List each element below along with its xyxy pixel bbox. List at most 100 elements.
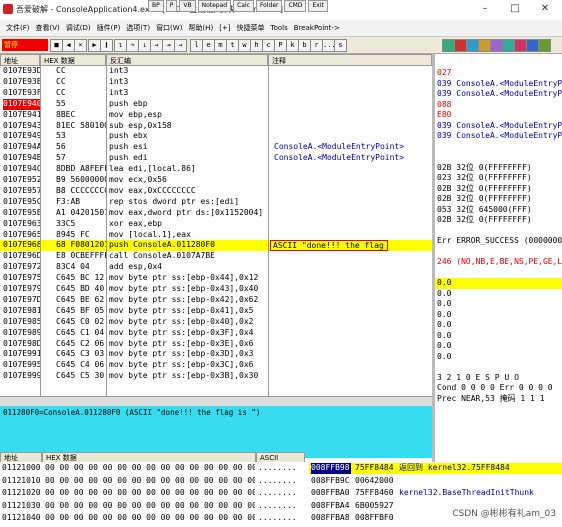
menu-item[interactable]: 选项(T) <box>126 23 150 33</box>
disasm-row[interactable]: 0107E995 C645 C4 06 mov byte ptr ss:[ebp-0… <box>0 360 432 371</box>
stack-row[interactable]: 008FFB9C 00642000 <box>309 476 562 487</box>
color-btn-9[interactable] <box>538 39 551 52</box>
register-line <box>435 152 562 163</box>
disasm-row[interactable]: 0107E95C F3:AB rep stos dword ptr es:[edi] <box>0 197 432 208</box>
close-button[interactable]: ✕ <box>534 2 556 16</box>
row-hex: CC <box>56 66 66 75</box>
dump-row[interactable]: 01121010 00 00 00 00 00 00 00 00 00 00 00… <box>0 476 305 487</box>
register-line: 0.0 <box>437 288 452 298</box>
disasm-row[interactable]: 0107E981 C645 BF 05 mov byte ptr ss:[ebp-0… <box>0 306 432 317</box>
disasm-row[interactable]: 0107E940 55 push ebp <box>0 98 432 110</box>
pause-icon[interactable]: ❙ <box>100 39 113 52</box>
disasm-row[interactable]: 0107E94C 8DBD A8FEFFFFlea edi,[local.86] <box>0 164 432 175</box>
dump-row[interactable]: 01121000 00 00 00 00 00 00 00 00 00 00 00… <box>0 463 305 474</box>
row-hex: C645 C0 02 <box>56 316 105 326</box>
disasm-header-addr[interactable]: 地址 <box>0 54 40 66</box>
row-hex: CC <box>56 76 66 86</box>
close-file-icon[interactable]: × <box>74 39 87 52</box>
menu-item[interactable]: 快捷菜单 <box>237 23 265 33</box>
quick-tab[interactable]: P <box>165 0 178 12</box>
disasm-row[interactable]: 0107E93D CC int3 <box>0 66 432 77</box>
disasm-row[interactable]: 0107E979 C645 BD 40 mov byte ptr ss:[ebp-0… <box>0 284 432 295</box>
row-asm: push ebp <box>109 98 148 108</box>
disasm-row[interactable]: 0107E93E CC int3 <box>0 77 432 88</box>
quick-tab[interactable]: VB <box>179 0 196 12</box>
disasm-row[interactable]: 0107E963 33C5 xor eax,ebp <box>0 219 432 230</box>
row-asm: mov byte ptr ss:[ebp-0x3C],0x6 <box>109 360 254 370</box>
disasm-row[interactable]: 0107E96D E8 0CBEFFFF call ConsoleA.0107A7B… <box>0 251 432 262</box>
row-hex: 8BEC <box>56 109 76 119</box>
disasm-row[interactable]: 0107E975 C645 BC 12 mov byte ptr ss:[ebp-0… <box>0 273 432 284</box>
menu-item[interactable]: 帮助(H) <box>188 23 213 33</box>
row-asm: mov byte ptr ss:[ebp-0x3E],0x6 <box>109 338 254 348</box>
disasm-row[interactable]: 0107E957 B8 CCCCCCCC mov eax,0xCCCCCCCC <box>0 186 432 197</box>
row-address: 0107E968 <box>3 240 40 250</box>
register-line: 027 <box>437 68 452 77</box>
quick-tab[interactable]: Calc <box>233 0 254 12</box>
quick-tab[interactable]: Folder <box>255 0 283 12</box>
disasm-row[interactable]: 0107E985 C645 C0 02 mov byte ptr ss:[ebp-0… <box>0 317 432 328</box>
dump-row[interactable]: 01121030 00 00 00 00 00 00 00 00 00 00 00… <box>0 501 305 512</box>
menu-item[interactable]: 插件(P) <box>97 23 121 33</box>
dump-address: 01121040 <box>2 513 41 522</box>
disasm-row[interactable]: 0107E94A 56 push esi ConsoleA.<ModuleEntryP… <box>0 142 432 153</box>
dump-row[interactable]: 01121040 00 00 00 00 00 00 00 00 00 00 00… <box>0 513 305 524</box>
disasm-header-comment[interactable]: 注释 <box>268 54 432 66</box>
quick-tab[interactable]: BP <box>148 0 164 12</box>
disasm-row[interactable]: 0107E968 68 F0801201 push ConsoleA.011280F… <box>0 240 432 252</box>
disasm-row[interactable]: 0107E98D C645 C2 06 mov byte ptr ss:[ebp-0… <box>0 339 432 350</box>
stack-row[interactable]: 008FFBA0 75FF8460 kernel32.BaseThreadInitT… <box>309 488 562 499</box>
quick-tab[interactable]: Notepad <box>197 0 232 12</box>
disasm-row[interactable]: 0107E989 C645 C1 04 mov byte ptr ss:[ebp-0… <box>0 328 432 339</box>
dump-ascii: ........ <box>258 475 297 485</box>
row-hex: F3:AB <box>56 196 81 206</box>
disasm-row[interactable]: 0107E965 8945 FC mov [local.1],eax <box>0 230 432 241</box>
row-asm: mov byte ptr ss:[ebp-0x3D],0x3 <box>109 349 254 359</box>
maximize-button[interactable]: □ <box>504 2 526 16</box>
register-line: 02B 32位 0(FFFFFFFF) <box>437 215 532 224</box>
row-address: 0107E95E <box>3 207 40 217</box>
menu-item[interactable]: 文件(F) <box>6 23 30 33</box>
quick-tab[interactable]: CMD <box>284 0 307 12</box>
menu-item[interactable]: 窗口(W) <box>156 23 182 33</box>
row-asm: mov byte ptr ss:[ebp-0x3B],0x30 <box>109 371 259 381</box>
row-address: 0107E975 <box>3 273 40 283</box>
disasm-row[interactable]: 0107E95E A1 04201501 mov eax,dword ptr ds:… <box>0 208 432 219</box>
disasm-row[interactable]: 0107E94B 57 push edi ConsoleA.<ModuleEntryP… <box>0 153 432 164</box>
register-line <box>435 226 562 237</box>
row-asm: lea edi,[local.86] <box>109 164 196 174</box>
letter-button[interactable]: s <box>334 39 347 52</box>
disassembly-pane[interactable]: 0107E93D CC int3 0107E93E CC int3 0107E93F CC in… <box>0 66 432 396</box>
minimize-button[interactable]: – <box>474 2 496 16</box>
disasm-row[interactable]: 0107E941 8BEC mov ebp,esp <box>0 110 432 121</box>
disasm-row[interactable]: 0107E93F CC int3 <box>0 88 432 99</box>
quick-tab[interactable]: Exit <box>308 0 328 12</box>
dump-row[interactable]: 01121020 00 00 00 00 00 00 00 00 00 00 00… <box>0 488 305 499</box>
stack-value: 75FF8484 <box>355 463 394 472</box>
disasm-row[interactable]: 0107E991 C645 C3 03 mov byte ptr ss:[ebp-0… <box>0 349 432 360</box>
dump-ascii: ........ <box>258 488 297 497</box>
memory-dump-pane[interactable]: 01121000 00 00 00 00 00 00 00 00 00 00 00… <box>0 462 305 527</box>
disasm-row[interactable]: 0107E952 B9 56000000 mov ecx,0x56 <box>0 175 432 186</box>
disasm-row[interactable]: 0107E999 C645 C5 30 mov byte ptr ss:[ebp-0… <box>0 371 432 382</box>
goto-icon[interactable]: → <box>174 39 187 52</box>
register-line: 0.0 <box>437 299 452 308</box>
disasm-row[interactable]: 0107E949 53 push ebx <box>0 131 432 142</box>
disasm-row[interactable]: 0107E943 81EC 58010000sub esp,0x158 <box>0 121 432 132</box>
disasm-row[interactable]: 0107E97D C645 BE 62 mov byte ptr ss:[ebp-0… <box>0 295 432 306</box>
stack-row[interactable]: 008FFB98 75FF8484 返回到 kernel32.75FF8484 <box>309 463 562 474</box>
disasm-header-asm[interactable]: 反汇编 <box>106 54 268 66</box>
register-line: 088 <box>437 99 452 109</box>
menu-item[interactable]: Tools <box>271 24 288 32</box>
disasm-row[interactable]: 0107E972 83C4 04 add esp,0x4 <box>0 262 432 273</box>
menu-item[interactable]: [+] <box>219 24 230 32</box>
menu-item[interactable]: 查看(V) <box>36 23 60 33</box>
dump-ascii: ........ <box>258 500 297 510</box>
registers-pane[interactable]: 027 039 ConsoleA.<ModuleEntryPoi 039 Conso… <box>435 54 562 462</box>
menu-item[interactable]: BreakPoint-> <box>294 24 340 32</box>
menu-item[interactable]: 调试(D) <box>66 23 91 33</box>
stack-address: 008FFBA4 <box>311 500 350 510</box>
row-address: 0107E952 <box>3 175 40 184</box>
register-line: 0.0 <box>437 351 452 361</box>
disasm-header-hex[interactable]: HEX 数据 <box>40 54 106 66</box>
